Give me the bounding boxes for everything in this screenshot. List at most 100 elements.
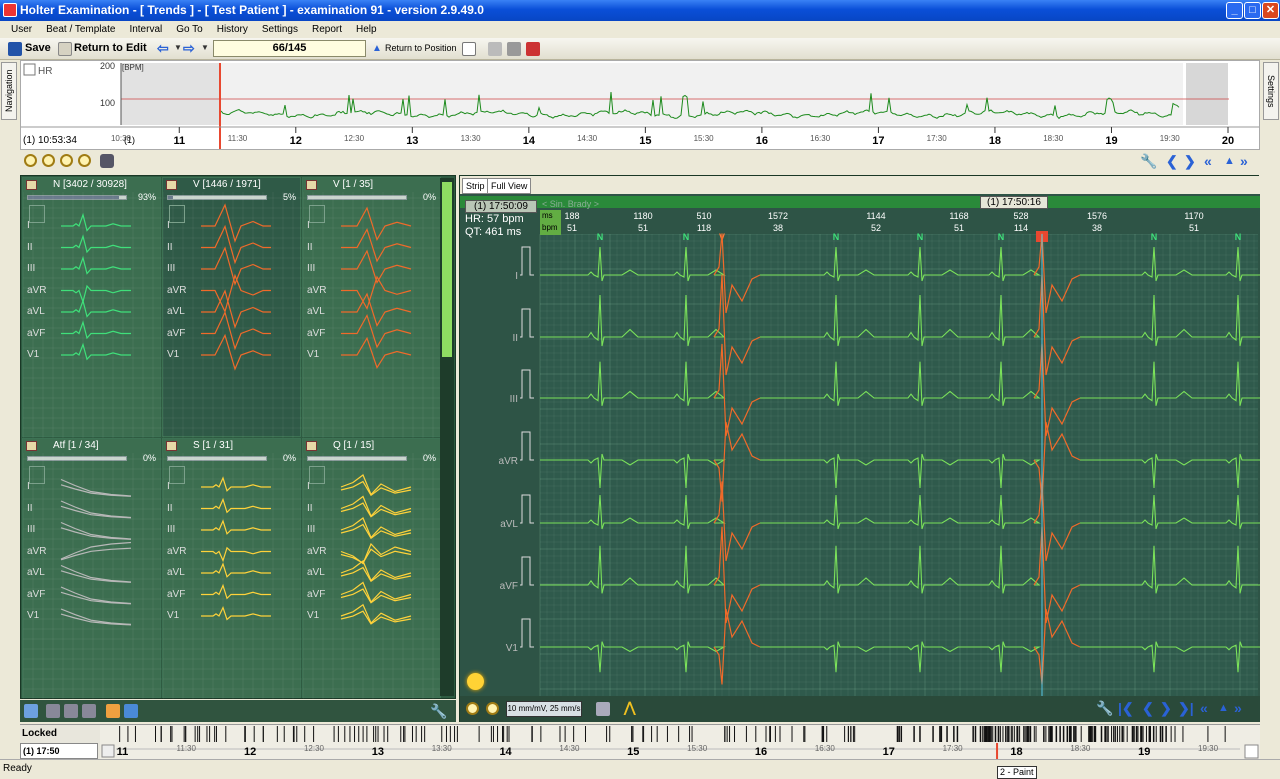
qt-interval: QT: 461 ms — [465, 226, 524, 239]
home-icon[interactable] — [46, 704, 60, 718]
return-to-edit-button[interactable]: Return to Edit — [74, 42, 147, 54]
event-tick — [416, 726, 417, 742]
menu-user[interactable]: User — [4, 24, 39, 35]
zoom-reset-icon[interactable] — [60, 154, 73, 167]
ecg-zoom-in-icon[interactable] — [466, 702, 479, 715]
event-tick — [378, 726, 379, 742]
rr-bpm-label: 38 — [773, 223, 783, 233]
tab-full-view[interactable]: Full View — [487, 178, 531, 194]
fast-forward-icon[interactable]: » — [1240, 154, 1248, 168]
event-tick — [1107, 726, 1109, 742]
template-trace — [341, 316, 411, 348]
lead-label: V1 — [27, 610, 39, 621]
event-tick — [304, 726, 305, 742]
lead-label: aVR — [307, 285, 326, 296]
caliper-icon[interactable]: ⋀ — [624, 700, 635, 714]
hr-trend-chart[interactable]: HR [BPM]200100(1) 10:53:34 (1) 11 12 13 14 15 16… — [21, 61, 1259, 149]
ecg-strip[interactable]: 188 1180 510 1572 1144 1168 528 1576 1170 51 51 118… — [460, 194, 1260, 696]
fast-back-icon[interactable]: « — [1204, 154, 1212, 168]
template-cell[interactable]: V [1446 / 1971] 5% I II III aVR aVL aVF V1 — [162, 177, 301, 437]
ecg-fast-forward-icon[interactable]: » — [1234, 701, 1242, 715]
event-tick — [1005, 726, 1007, 742]
ecg-prev-icon[interactable]: ❮ — [1142, 701, 1154, 715]
print-preview-icon[interactable] — [488, 42, 502, 56]
timeline-track[interactable]: 11 12 13 14 15 16 17 18 19 11:30 12:30 13:30 14:30 15… — [100, 725, 1260, 760]
close-button[interactable]: ✕ — [1262, 2, 1279, 19]
menu-interval[interactable]: Interval — [122, 24, 169, 35]
zoom-out-icon[interactable] — [42, 154, 55, 167]
rr-ms-label: 528 — [1013, 211, 1028, 221]
zoom-fit-icon[interactable] — [78, 154, 91, 167]
maximize-button[interactable]: □ — [1244, 2, 1261, 19]
page-icon[interactable] — [462, 42, 476, 56]
template-trace — [61, 345, 131, 360]
menu-goto[interactable]: Go To — [169, 24, 210, 35]
event-tick — [1045, 726, 1046, 742]
back-dropdown-icon[interactable]: ▼ — [174, 41, 182, 55]
template-cell[interactable]: V [1 / 35] 0% I II III aVR aVL aVF V1 — [302, 177, 441, 437]
timeline-hour-label: 13 — [372, 746, 384, 758]
return-to-position-button[interactable]: Return to Position — [385, 43, 457, 53]
tab-strip[interactable]: Strip — [462, 178, 489, 194]
folders-icon[interactable] — [82, 704, 96, 718]
lead-label: aVL — [27, 567, 45, 578]
template-scrollbar[interactable] — [440, 178, 454, 696]
ecg-first-icon[interactable]: |❮ — [1118, 701, 1134, 715]
menu-settings[interactable]: Settings — [255, 24, 305, 35]
menu-report[interactable]: Report — [305, 24, 349, 35]
position-field[interactable]: 66/145 — [213, 40, 366, 57]
sort-icon[interactable] — [124, 704, 138, 718]
event-tick — [980, 726, 982, 742]
prev-icon[interactable]: ❮ — [1166, 154, 1178, 168]
forward-arrow-icon[interactable]: ⇨ — [183, 41, 195, 55]
next-icon[interactable]: ❯ — [1184, 154, 1196, 168]
template-cell[interactable]: N [3402 / 30928] 93% I II III aVR aVL aVF V1 — [22, 177, 161, 437]
zoom-in-icon[interactable] — [24, 154, 37, 167]
half-hour-tick-label: 11:30 — [228, 134, 248, 143]
forward-dropdown-icon[interactable]: ▼ — [201, 41, 209, 55]
template-wrench-icon[interactable]: 🔧 — [430, 704, 447, 718]
template-cell[interactable]: S [1 / 31] 0% I II III aVR aVL aVF V1 — [162, 438, 301, 698]
scrollbar-thumb[interactable] — [442, 182, 452, 357]
print-icon[interactable] — [507, 42, 521, 56]
lead-label: aVF — [167, 328, 185, 339]
timeline-next-button[interactable] — [1245, 745, 1258, 758]
up-icon[interactable]: ▲ — [1224, 154, 1235, 168]
speed-selector[interactable]: 10 mm/mV, 25 mm/s — [506, 701, 582, 717]
lead-label: V1 — [167, 610, 179, 621]
wrench-icon[interactable]: 🔧 — [1140, 154, 1157, 168]
arrange-icon[interactable] — [24, 704, 38, 718]
hr-unit-label: [BPM] — [122, 63, 144, 72]
ecg-next-icon[interactable]: ❯ — [1160, 701, 1172, 715]
sun-icon[interactable] — [467, 673, 484, 690]
event-tick — [1023, 726, 1024, 742]
ecg-fast-back-icon[interactable]: « — [1200, 701, 1208, 715]
hand-icon[interactable] — [106, 704, 120, 718]
save-button[interactable]: Save — [25, 42, 51, 54]
menu-history[interactable]: History — [210, 24, 255, 35]
ecg-up-icon[interactable]: ▲ — [1218, 701, 1229, 715]
back-arrow-icon[interactable]: ⇦ — [157, 41, 169, 55]
template-cell[interactable]: Q [1 / 15] 0% I II III aVR aVL aVF V1 — [302, 438, 441, 698]
ecg-wrench-icon[interactable]: 🔧 — [1096, 701, 1113, 715]
menu-beat-template[interactable]: Beat / Template — [39, 24, 122, 35]
hr-checkbox[interactable] — [24, 64, 35, 75]
ecg-zoom-out-icon[interactable] — [486, 702, 499, 715]
pdf-icon[interactable] — [526, 42, 540, 56]
template-trace — [61, 322, 131, 338]
navigation-tab[interactable]: Navigation — [1, 62, 17, 120]
folder-icon[interactable] — [64, 704, 78, 718]
ecg-toolbar: 10 mm/mV, 25 mm/s ⋀ 🔧 |❮ ❮ ❯ ❯| « ▲ » — [460, 696, 1260, 722]
hour-tick-label: 12 — [290, 135, 302, 147]
menu-help[interactable]: Help — [349, 24, 384, 35]
ecg-binoculars-icon[interactable] — [596, 702, 610, 716]
minimize-button[interactable]: _ — [1226, 2, 1243, 19]
ecg-last-icon[interactable]: ❯| — [1178, 701, 1194, 715]
binoculars-icon[interactable] — [100, 154, 114, 168]
rhythm-label: < Sin. Brady > — [542, 199, 599, 209]
half-hour-tick-label: 15:30 — [694, 134, 715, 143]
lead-label: aVF — [307, 328, 325, 339]
timeline-prev-button[interactable] — [102, 745, 114, 757]
settings-tab[interactable]: Settings — [1263, 62, 1279, 120]
template-cell[interactable]: Atf [1 / 34] 0% I II III aVR aVL aVF V1 — [22, 438, 161, 698]
